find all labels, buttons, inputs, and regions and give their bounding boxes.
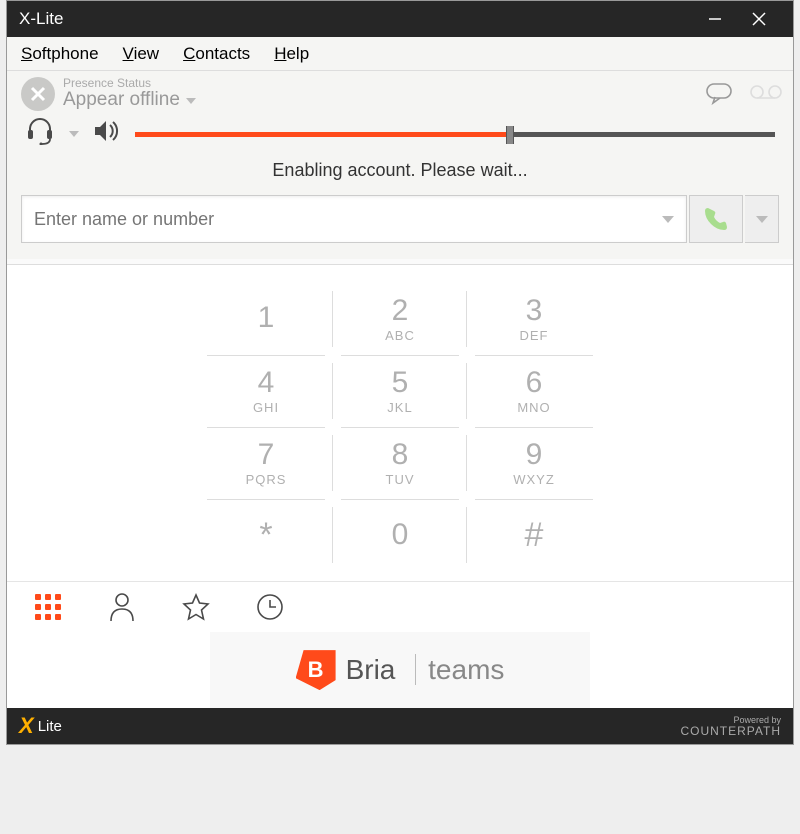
dialpad-key-9[interactable]: 9WXYZ — [467, 427, 601, 499]
tab-favorites[interactable] — [181, 592, 211, 622]
call-dropdown-button[interactable] — [745, 195, 779, 243]
dialpad-key-3[interactable]: 3DEF — [467, 283, 601, 355]
dial-input-box[interactable] — [21, 195, 687, 243]
dial-input[interactable] — [34, 209, 662, 230]
tab-history[interactable] — [255, 592, 285, 622]
chevron-down-icon — [186, 98, 196, 104]
presence-dropdown[interactable]: Presence Status Appear offline — [63, 77, 196, 111]
x-icon: X — [19, 713, 34, 739]
dialpad-key-7[interactable]: 7PQRS — [199, 427, 333, 499]
menubar: Softphone View Contacts Help — [7, 37, 793, 71]
dialpad: 1 2ABC 3DEF 4GHI 5JKL 6MNO 7PQRS 8TUV 9W… — [7, 265, 793, 581]
grid-icon — [35, 594, 61, 620]
headset-dropdown-icon[interactable] — [69, 131, 79, 137]
presence-value: Appear offline — [63, 90, 180, 111]
chevron-down-icon — [756, 216, 768, 223]
dialpad-key-8[interactable]: 8TUV — [333, 427, 467, 499]
bria-sub: teams — [415, 654, 504, 685]
speaker-icon[interactable] — [93, 119, 121, 148]
audio-row — [7, 111, 793, 150]
bria-teams-banner[interactable]: B Bria teams — [210, 632, 590, 708]
minimize-button[interactable] — [693, 1, 737, 37]
bria-brand: Bria — [346, 654, 396, 685]
powered-by: Powered by COUNTERPATH — [680, 716, 781, 737]
dialpad-key-5[interactable]: 5JKL — [333, 355, 467, 427]
dial-dropdown-icon[interactable] — [662, 216, 674, 223]
slider-fill — [135, 132, 506, 137]
footer-brand: Lite — [38, 718, 62, 735]
tab-dialpad[interactable] — [33, 592, 63, 622]
dialpad-key-4[interactable]: 4GHI — [199, 355, 333, 427]
clock-icon — [255, 592, 285, 622]
headset-icon[interactable] — [25, 117, 55, 150]
call-button[interactable] — [689, 195, 743, 243]
dial-input-row — [7, 195, 793, 259]
dialpad-key-hash[interactable]: # — [467, 499, 601, 571]
slider-thumb[interactable] — [506, 126, 514, 144]
titlebar: X-Lite — [7, 1, 793, 37]
presence-bar: Presence Status Appear offline — [7, 71, 793, 111]
volume-slider[interactable] — [135, 124, 775, 144]
bria-logo-icon: B — [296, 650, 336, 690]
presence-offline-icon[interactable] — [21, 77, 55, 111]
window-title: X-Lite — [19, 9, 693, 29]
dialpad-key-2[interactable]: 2ABC — [333, 283, 467, 355]
dialpad-key-1[interactable]: 1 — [199, 283, 333, 355]
tab-bar — [7, 581, 793, 632]
person-icon — [108, 592, 136, 622]
footer-logo: X Lite — [19, 713, 62, 739]
menu-help[interactable]: Help — [274, 44, 309, 64]
close-button[interactable] — [737, 1, 781, 37]
menu-contacts[interactable]: Contacts — [183, 44, 250, 64]
main-panel: 1 2ABC 3DEF 4GHI 5JKL 6MNO 7PQRS 8TUV 9W… — [7, 259, 793, 708]
app-window: X-Lite Softphone View Contacts Help Pres… — [6, 0, 794, 745]
chat-icon[interactable] — [705, 82, 735, 106]
menu-softphone[interactable]: Softphone — [21, 44, 99, 64]
menu-view[interactable]: View — [123, 44, 160, 64]
voicemail-icon[interactable] — [749, 82, 779, 106]
dialpad-key-0[interactable]: 0 — [333, 499, 467, 571]
dialpad-key-star[interactable]: * — [199, 499, 333, 571]
dialpad-key-6[interactable]: 6MNO — [467, 355, 601, 427]
star-icon — [181, 592, 211, 622]
footer: X Lite Powered by COUNTERPATH — [7, 708, 793, 744]
status-text: Enabling account. Please wait... — [7, 150, 793, 195]
tab-contacts[interactable] — [107, 592, 137, 622]
